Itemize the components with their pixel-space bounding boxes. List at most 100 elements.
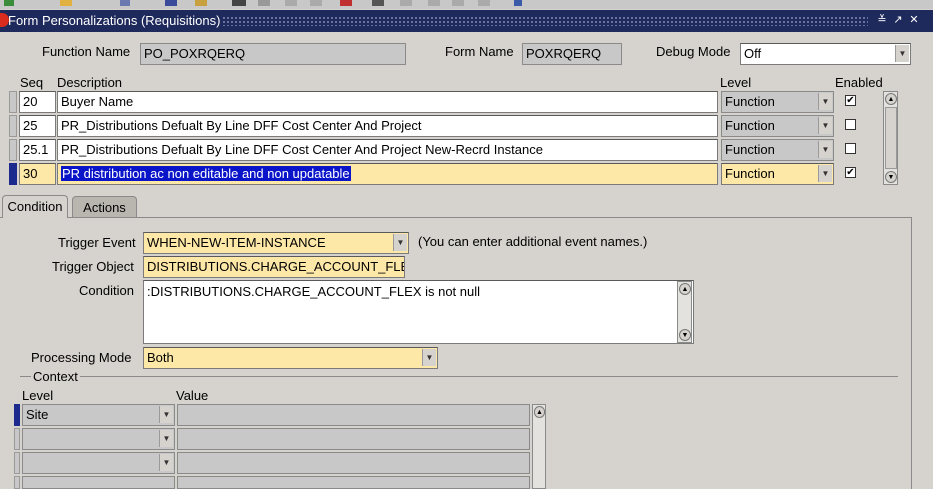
toolbar-gear-icon[interactable] xyxy=(120,0,130,6)
level-value: Function xyxy=(725,142,775,157)
title-bar-pattern xyxy=(222,16,868,26)
condition-textarea[interactable]: :DISTRIBUTIONS.CHARGE_ACCOUNT_FLEX is no… xyxy=(143,280,694,344)
enabled-checkbox[interactable]: ✔ xyxy=(845,167,856,178)
tab-actions[interactable]: Actions xyxy=(72,196,137,217)
toolbar-folder-icon[interactable] xyxy=(60,0,72,6)
context-row-selector[interactable] xyxy=(14,428,20,450)
row-selector[interactable] xyxy=(9,91,17,113)
row-selector[interactable] xyxy=(9,115,17,137)
debug-mode-value: Off xyxy=(744,46,762,61)
chevron-down-icon[interactable]: ▼ xyxy=(159,454,173,471)
seq-cell[interactable]: 25 xyxy=(19,115,56,137)
grid-scrollbar[interactable]: ▲ ▼ xyxy=(883,91,898,185)
chevron-down-icon[interactable]: ▼ xyxy=(818,93,832,110)
chevron-down-icon[interactable]: ▼ xyxy=(159,406,173,423)
level-select[interactable]: Function ▼ xyxy=(721,139,834,161)
debug-mode-label: Debug Mode xyxy=(656,44,731,59)
context-scrollbar[interactable]: ▲ xyxy=(532,404,546,489)
condition-value: :DISTRIBUTIONS.CHARGE_ACCOUNT_FLEX is no… xyxy=(147,284,481,299)
debug-mode-select[interactable]: Off ▼ xyxy=(740,43,911,65)
seq-cell[interactable]: 20 xyxy=(19,91,56,113)
context-level-header: Level xyxy=(22,388,54,403)
scroll-up-icon[interactable]: ▲ xyxy=(534,406,545,418)
column-header-description: Description xyxy=(57,75,123,90)
enabled-checkbox[interactable] xyxy=(845,143,856,154)
level-select[interactable]: Function ▼ xyxy=(721,115,834,137)
toolbar-attachment-icon[interactable] xyxy=(195,0,207,6)
window-title: Form Personalizations (Requisitions) xyxy=(8,13,221,28)
toolbar-folder-tools-icon[interactable] xyxy=(452,0,464,6)
context-row-selector[interactable] xyxy=(14,476,20,489)
description-cell[interactable]: PR_Distributions Defualt By Line DFF Cos… xyxy=(57,139,718,161)
level-select[interactable]: Function ▼ xyxy=(721,163,834,185)
column-header-level: Level xyxy=(720,75,752,90)
restore-icon[interactable]: ↗ xyxy=(892,14,904,26)
level-value: Function xyxy=(725,118,775,133)
enabled-checkbox[interactable]: ✔ xyxy=(845,95,856,106)
row-selector[interactable] xyxy=(9,139,17,161)
context-value-field[interactable] xyxy=(177,452,530,474)
context-level-select[interactable] xyxy=(22,476,175,489)
minimize-icon[interactable]: ≚ xyxy=(876,14,888,26)
seq-cell[interactable]: 30 xyxy=(19,163,56,185)
scroll-up-icon[interactable]: ▲ xyxy=(679,283,691,295)
trigger-event-select[interactable]: WHEN-NEW-ITEM-INSTANCE ▼ xyxy=(143,232,409,254)
toolbar-delete-icon[interactable] xyxy=(340,0,352,6)
toolbar-window-icon[interactable] xyxy=(478,0,490,6)
chevron-down-icon[interactable]: ▼ xyxy=(159,430,173,447)
description-cell[interactable]: Buyer Name xyxy=(57,91,718,113)
level-value: Function xyxy=(725,166,775,181)
chevron-down-icon[interactable]: ▼ xyxy=(818,141,832,158)
context-value-field[interactable] xyxy=(177,404,530,426)
level-value: Function xyxy=(725,94,775,109)
trigger-object-field[interactable]: DISTRIBUTIONS.CHARGE_ACCOUNT_FLEX xyxy=(143,256,405,278)
context-value-field[interactable] xyxy=(177,428,530,450)
enabled-checkbox[interactable] xyxy=(845,119,856,130)
chevron-down-icon[interactable]: ▼ xyxy=(422,349,436,366)
context-level-select[interactable]: Site ▼ xyxy=(22,404,175,426)
toolbar-new-icon[interactable] xyxy=(4,0,14,6)
toolbar-paste-icon[interactable] xyxy=(285,0,297,6)
toolbar-edit-icon[interactable] xyxy=(372,0,384,6)
context-level-select[interactable]: ▼ xyxy=(22,428,175,450)
context-row-selector-current[interactable] xyxy=(14,404,20,426)
scroll-down-icon[interactable]: ▼ xyxy=(885,171,897,183)
column-header-seq: Seq xyxy=(20,75,44,90)
form-name-label: Form Name xyxy=(445,44,514,59)
form-name-field[interactable]: POXRQERQ xyxy=(522,43,622,65)
description-cell[interactable]: PR_Distributions Defualt By Line DFF Cos… xyxy=(57,115,718,137)
chevron-down-icon[interactable]: ▼ xyxy=(895,45,909,62)
context-level-value: Site xyxy=(26,407,49,422)
toolbar-globe-icon[interactable] xyxy=(165,0,177,6)
scroll-up-icon[interactable]: ▲ xyxy=(885,93,897,105)
tab-condition[interactable]: Condition xyxy=(2,195,68,218)
description-cell-active[interactable]: PR distribution ac non editable and non … xyxy=(57,163,718,185)
chevron-down-icon[interactable]: ▼ xyxy=(818,165,832,182)
close-icon[interactable]: ✕ xyxy=(908,14,920,26)
toolbar-copy-icon[interactable] xyxy=(258,0,270,6)
toolbar-zoom-icon[interactable] xyxy=(400,0,412,6)
processing-mode-select[interactable]: Both ▼ xyxy=(143,347,438,369)
processing-mode-value: Both xyxy=(147,350,174,365)
trigger-event-value: WHEN-NEW-ITEM-INSTANCE xyxy=(147,235,326,250)
toolbar-cut-icon[interactable] xyxy=(232,0,246,6)
toolbar-help-icon[interactable] xyxy=(514,0,522,6)
toolbar-translate-icon[interactable] xyxy=(428,0,440,6)
context-value-field[interactable] xyxy=(177,476,530,489)
toolbar-clear-icon[interactable] xyxy=(310,0,322,6)
context-level-select[interactable]: ▼ xyxy=(22,452,175,474)
condition-scrollbar[interactable]: ▲ ▼ xyxy=(677,281,692,343)
scroll-thumb[interactable] xyxy=(885,107,897,169)
seq-cell[interactable]: 25.1 xyxy=(19,139,56,161)
description-selected-text: PR distribution ac non editable and non … xyxy=(61,166,351,181)
chevron-down-icon[interactable]: ▼ xyxy=(818,117,832,134)
level-select[interactable]: Function ▼ xyxy=(721,91,834,113)
chevron-down-icon[interactable]: ▼ xyxy=(393,234,407,251)
toolbar xyxy=(0,0,933,9)
function-name-field[interactable]: PO_POXRQERQ xyxy=(140,43,406,65)
row-selector-current[interactable] xyxy=(9,163,17,185)
scroll-down-icon[interactable]: ▼ xyxy=(679,329,691,341)
context-row-selector[interactable] xyxy=(14,452,20,474)
processing-mode-label: Processing Mode xyxy=(31,350,132,365)
trigger-object-label: Trigger Object xyxy=(52,259,134,274)
